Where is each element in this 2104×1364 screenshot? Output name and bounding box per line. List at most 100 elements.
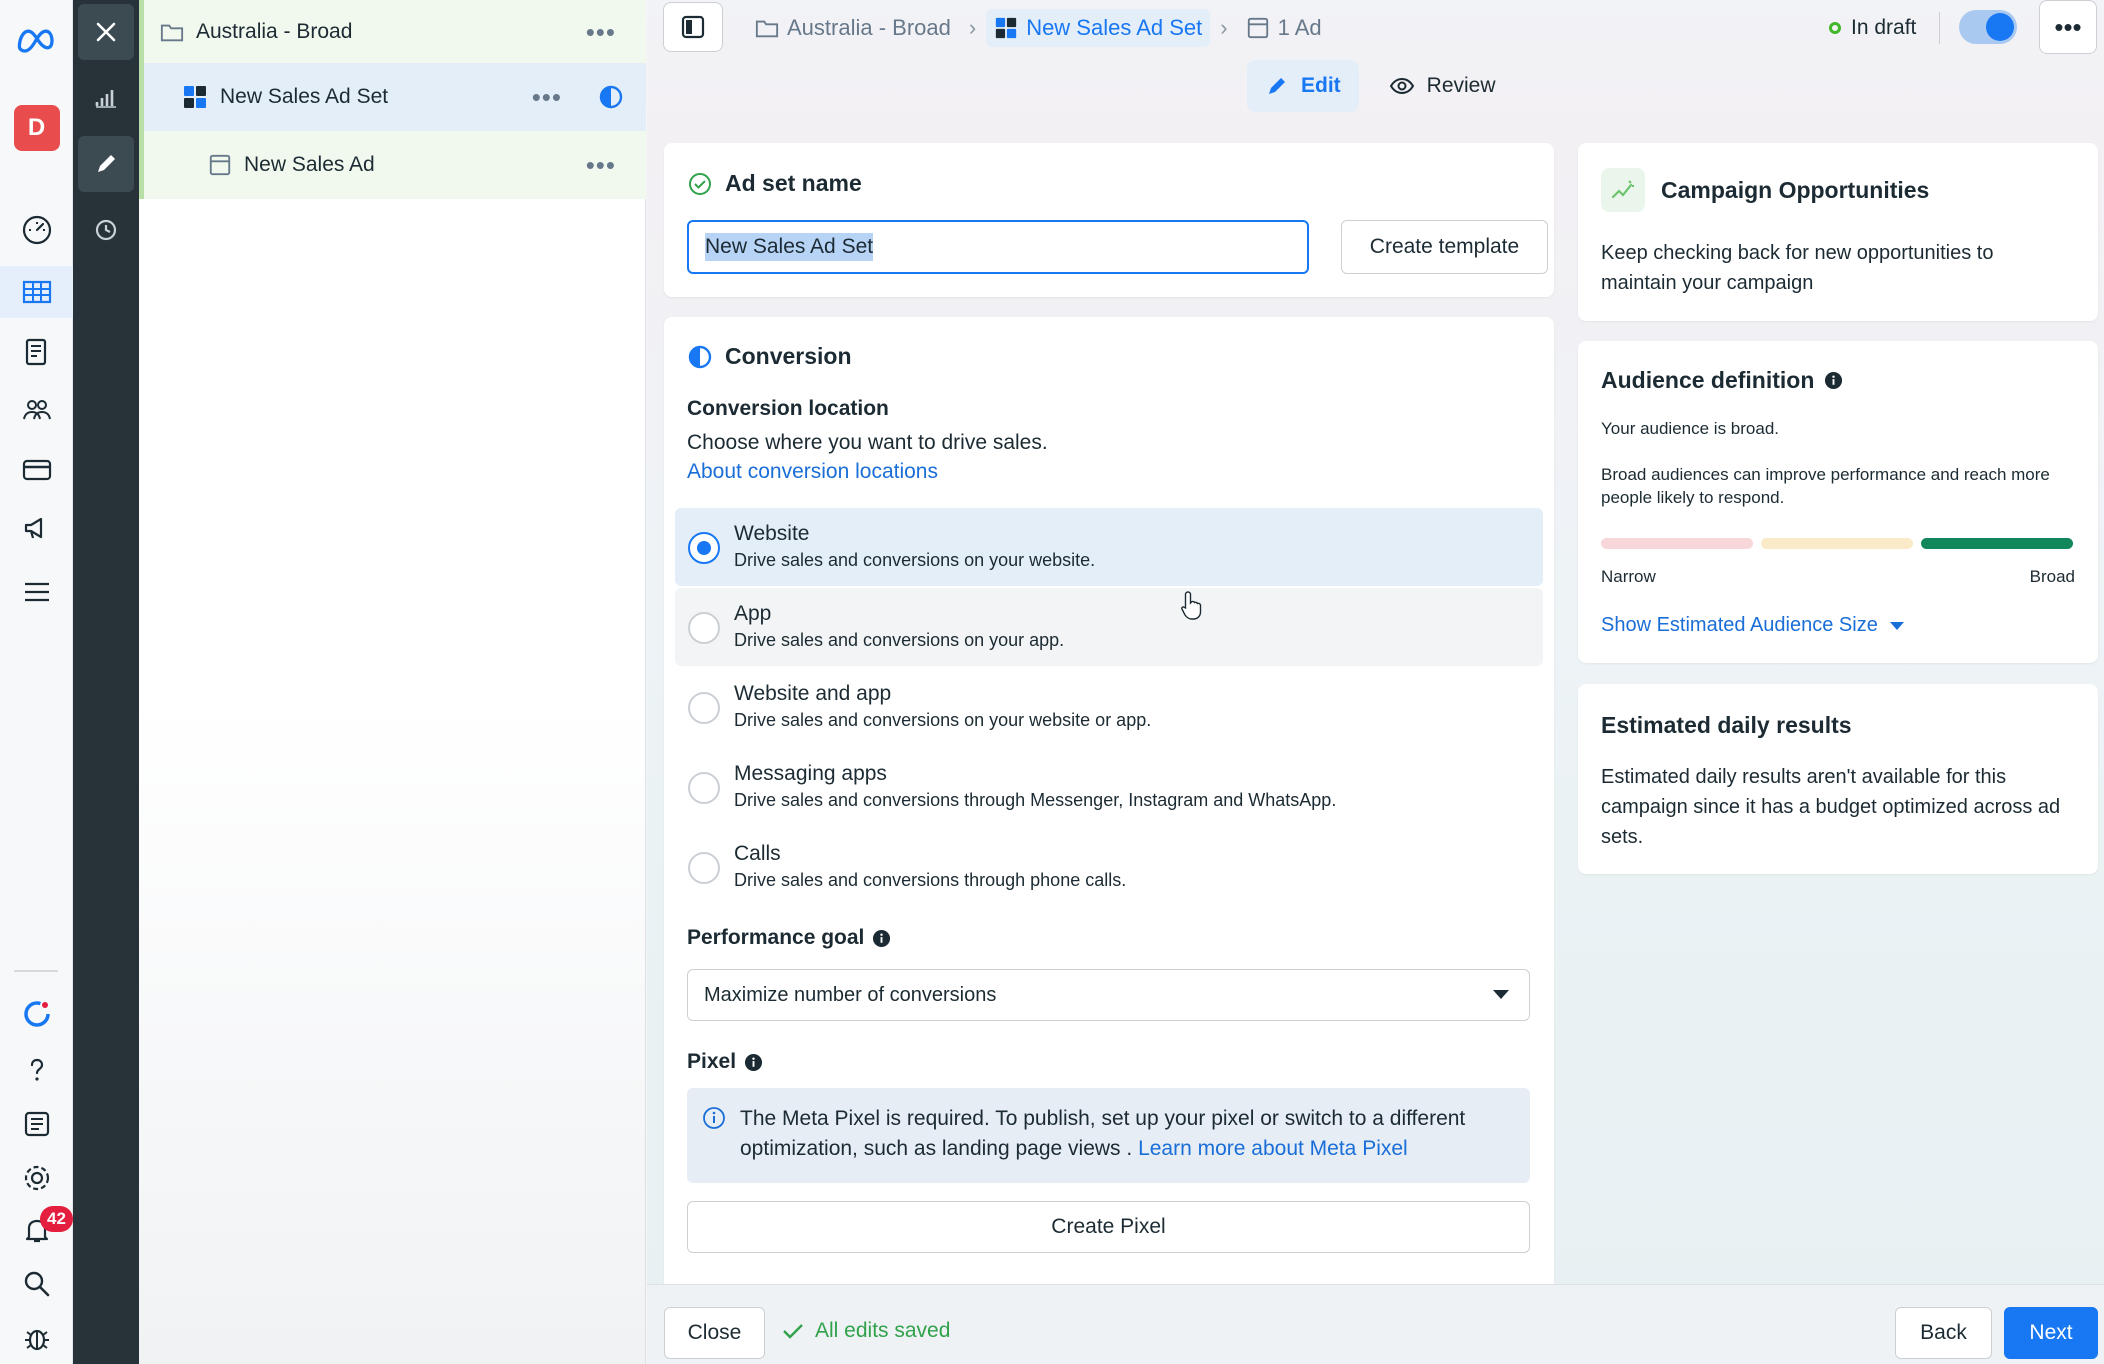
performance-goal-label: Performance goal xyxy=(687,926,865,949)
adset-name-input[interactable]: New Sales Ad Set xyxy=(687,220,1309,274)
meta-spark-ring-icon[interactable] xyxy=(0,988,73,1040)
ad-page-icon xyxy=(1247,17,1268,39)
account-avatar[interactable]: D xyxy=(0,98,73,158)
conversion-heading: Conversion xyxy=(687,343,852,370)
tab-edit[interactable]: Edit xyxy=(1247,60,1359,112)
tree-adset-label: New Sales Ad Set xyxy=(220,85,389,108)
estimated-results-card: Estimated daily results Estimated daily … xyxy=(1578,684,2098,874)
conversion-title: Conversion xyxy=(725,343,852,369)
billing-card-icon[interactable] xyxy=(0,444,73,496)
close-icon xyxy=(96,22,116,42)
panel-toggle-button[interactable] xyxy=(663,2,723,52)
back-button[interactable]: Back xyxy=(1895,1307,1992,1359)
tree-item-campaign[interactable]: Australia - Broad ••• xyxy=(139,0,646,64)
audience-title: Audience definition xyxy=(1601,367,1815,393)
audience-heading: Audience definition xyxy=(1601,367,1843,394)
check-icon xyxy=(783,1324,803,1339)
settings-gear-icon[interactable] xyxy=(0,1152,73,1204)
audience-summary: Your audience is broad. xyxy=(1601,419,1780,438)
adset-name-heading: Ad set name xyxy=(687,170,862,197)
pencil-icon xyxy=(98,155,115,172)
performance-goal-select[interactable]: Maximize number of conversions xyxy=(687,969,1530,1021)
reports-document-icon[interactable] xyxy=(0,326,73,378)
adset-more-button[interactable]: ••• xyxy=(532,84,562,110)
edit-mode-button[interactable] xyxy=(78,136,134,192)
conversion-option-website-and-app[interactable]: Website and app Drive sales and conversi… xyxy=(675,668,1543,746)
menu-lines-icon[interactable] xyxy=(0,566,73,618)
breadcrumb-adset[interactable]: New Sales Ad Set xyxy=(986,9,1211,47)
meter-broad-label: Broad xyxy=(2029,567,2075,586)
create-template-button[interactable]: Create template xyxy=(1341,220,1548,274)
show-audience-size-link[interactable]: Show Estimated Audience Size xyxy=(1601,614,1904,637)
conversion-option-website[interactable]: Website Drive sales and conversions on y… xyxy=(675,508,1543,586)
option-label: Website and app xyxy=(734,682,892,705)
opportunities-text: Keep checking back for new opportunities… xyxy=(1601,242,1994,294)
info-icon[interactable] xyxy=(872,929,891,948)
advertising-megaphone-icon[interactable] xyxy=(0,502,73,554)
news-page-icon[interactable] xyxy=(0,1098,73,1150)
option-desc: Drive sales and conversions on your webs… xyxy=(734,710,1152,730)
notification-count-badge: 42 xyxy=(40,1206,73,1232)
adset-on-off-toggle[interactable] xyxy=(1959,10,2017,44)
learn-more-pixel-link[interactable]: Learn more about Meta Pixel xyxy=(1138,1137,1408,1160)
radio-messaging-apps[interactable] xyxy=(688,772,720,804)
ad-more-button[interactable]: ••• xyxy=(586,152,616,178)
bug-report-icon[interactable] xyxy=(0,1312,73,1364)
tab-review-label: Review xyxy=(1426,74,1496,97)
meter-segment-broad xyxy=(1921,538,2073,549)
radio-app[interactable] xyxy=(688,612,720,644)
search-icon[interactable] xyxy=(0,1258,73,1310)
help-question-icon[interactable] xyxy=(0,1044,73,1096)
status-label: In draft xyxy=(1851,16,1917,39)
ads-manager-table-icon[interactable] xyxy=(0,266,73,318)
close-editor-button[interactable] xyxy=(78,4,134,60)
opportunities-title: Campaign Opportunities xyxy=(1661,177,1930,203)
editor-footer: Close All edits saved Back Next xyxy=(647,1284,2104,1364)
breadcrumb-campaign[interactable]: Australia - Broad xyxy=(747,9,959,47)
conversion-card: Conversion Conversion location Choose wh… xyxy=(664,317,1554,1364)
draft-status: In draft xyxy=(1829,0,1916,56)
breadcrumb: Australia - Broad › New Sales Ad Set › 1… xyxy=(747,0,1330,56)
pixel-label: Pixel xyxy=(687,1050,737,1073)
caret-down-icon xyxy=(1493,990,1509,999)
chevron-right-icon: › xyxy=(968,15,977,40)
notifications-bell-icon[interactable]: 42 xyxy=(0,1204,73,1256)
estimated-text: Estimated daily results aren't available… xyxy=(1601,766,2061,848)
about-conversion-locations-link[interactable]: About conversion locations xyxy=(687,460,938,484)
close-button[interactable]: Close xyxy=(664,1307,765,1359)
tab-review[interactable]: Review xyxy=(1371,60,1514,112)
radio-calls[interactable] xyxy=(688,852,720,884)
campaign-more-button[interactable]: ••• xyxy=(586,19,616,45)
top-bar: Australia - Broad › New Sales Ad Set › 1… xyxy=(647,0,2104,56)
pencil-icon xyxy=(1269,78,1285,94)
conversion-option-messaging-apps[interactable]: Messaging apps Drive sales and conversio… xyxy=(675,748,1543,826)
tree-item-ad[interactable]: New Sales Ad ••• xyxy=(139,131,646,199)
tab-edit-label: Edit xyxy=(1301,74,1341,97)
more-actions-button[interactable]: ••• xyxy=(2039,0,2097,54)
conversion-location-desc: Choose where you want to drive sales. xyxy=(687,431,1048,454)
sparkline-icon xyxy=(1601,168,1645,212)
tree-item-adset[interactable]: New Sales Ad Set ••• xyxy=(139,63,646,131)
create-pixel-button[interactable]: Create Pixel xyxy=(687,1201,1530,1253)
audiences-people-icon[interactable] xyxy=(0,384,73,436)
performance-chart-button[interactable] xyxy=(78,70,134,126)
conversion-option-app[interactable]: App Drive sales and conversions on your … xyxy=(675,588,1543,666)
radio-website[interactable] xyxy=(688,532,720,564)
meta-logo-icon[interactable] xyxy=(0,14,73,66)
pixel-required-notice: The Meta Pixel is required. To publish, … xyxy=(687,1088,1530,1183)
main-editor: Australia - Broad › New Sales Ad Set › 1… xyxy=(647,0,2104,1364)
adset-grid-icon xyxy=(996,17,1017,39)
topbar-divider xyxy=(1939,12,1940,44)
adset-name-value: New Sales Ad Set xyxy=(705,233,874,261)
radio-website-and-app[interactable] xyxy=(688,692,720,724)
info-icon[interactable] xyxy=(1824,371,1843,390)
history-button[interactable] xyxy=(78,202,134,258)
info-icon[interactable] xyxy=(744,1053,763,1072)
status-dot-icon xyxy=(1829,22,1841,34)
adset-name-card: Ad set name New Sales Ad Set Create temp… xyxy=(664,143,1554,297)
option-desc: Drive sales and conversions through phon… xyxy=(734,870,1127,890)
next-button[interactable]: Next xyxy=(2004,1307,2098,1359)
breadcrumb-ads[interactable]: 1 Ad xyxy=(1238,9,1330,47)
dashboard-gauge-icon[interactable] xyxy=(0,204,73,256)
conversion-option-calls[interactable]: Calls Drive sales and conversions throug… xyxy=(675,828,1543,906)
